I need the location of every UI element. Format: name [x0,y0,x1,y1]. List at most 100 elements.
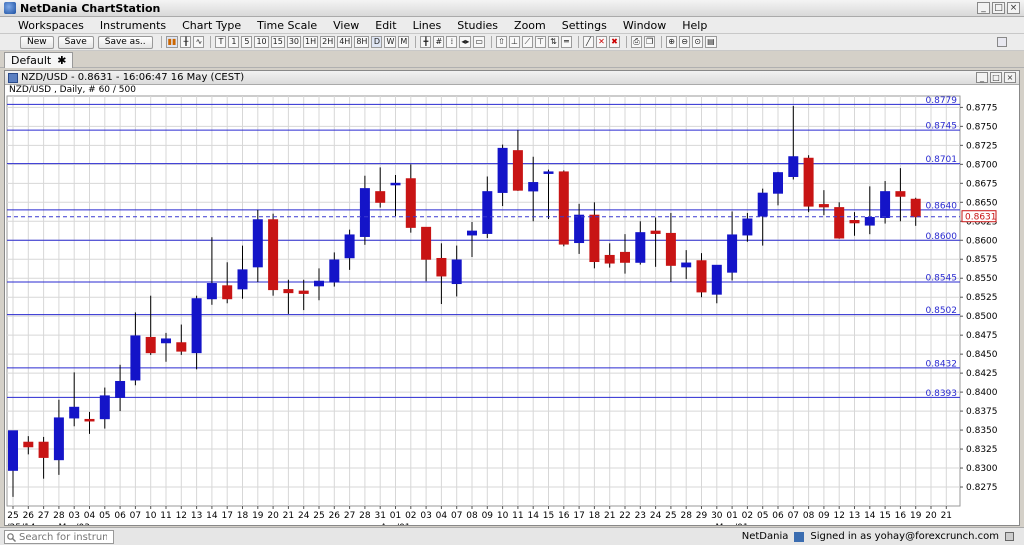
workspace-tab-close-icon[interactable]: ✱ [57,54,66,67]
draw-line-icon[interactable]: ╱ [582,36,594,48]
scale-10min-button[interactable]: 10 [254,36,269,48]
scale-1min-button[interactable]: 1 [228,36,240,48]
menu-zoom[interactable]: Zoom [506,19,554,32]
close-button[interactable]: × [1007,2,1020,14]
settings-icon[interactable]: ▤ [705,36,717,48]
scroll-icon[interactable]: ◂▸ [459,36,472,48]
vertical-line-icon[interactable]: ⁞ [446,36,458,48]
scale-4h-button[interactable]: 4H [337,36,353,48]
menu-instruments[interactable]: Instruments [92,19,174,32]
chart-minimize-button[interactable]: _ [976,72,988,83]
candle-body[interactable] [681,262,692,268]
candle-body[interactable] [390,182,401,186]
candle-body[interactable] [482,191,493,234]
candle-body[interactable] [161,338,171,344]
pointer-icon[interactable]: ⇧ [495,36,507,48]
copy-icon[interactable]: ❐ [643,36,656,48]
menu-studies[interactable]: Studies [449,19,506,32]
candle-body[interactable] [344,234,355,259]
fan-lines-icon[interactable]: ⊤ [534,36,546,48]
data-window-icon[interactable]: ▭ [473,36,485,48]
scale-8h-button[interactable]: 8H [354,36,370,48]
candle-body[interactable] [314,280,324,287]
menu-view[interactable]: View [325,19,367,32]
workspace-tab-default[interactable]: Default ✱ [4,52,74,68]
candle-body[interactable] [864,216,875,226]
menu-edit[interactable]: Edit [367,19,404,32]
crosshair-icon[interactable]: ╋ [420,36,432,48]
candle-body[interactable] [696,260,707,293]
fibonacci-icon[interactable]: ⊥ [508,36,520,48]
scale-5min-button[interactable]: 5 [241,36,253,48]
candle-body[interactable] [497,147,508,193]
menu-chart-type[interactable]: Chart Type [174,19,249,32]
menu-time-scale[interactable]: Time Scale [249,19,325,32]
candle-body[interactable] [880,191,891,218]
candle-body[interactable] [436,257,447,277]
line-chart-icon[interactable]: ∿ [193,36,205,48]
maximize-button[interactable]: □ [992,2,1005,14]
candle-body[interactable] [23,441,34,448]
scale-30min-button[interactable]: 30 [286,36,301,48]
menu-workspaces[interactable]: Workspaces [10,19,92,32]
candle-body[interactable] [268,219,279,291]
scale-2h-button[interactable]: 2H [320,36,336,48]
candle-body[interactable] [115,380,126,398]
price-chart[interactable]: 0.8775 0.8750 0.8725 0.8700 0.8675 0.8650 0.86… [5,85,1019,525]
candle-body[interactable] [53,417,64,461]
candle-body[interactable] [222,285,233,300]
minimize-button[interactable]: _ [977,2,990,14]
candle-body[interactable] [834,207,845,239]
candle-body[interactable] [757,192,768,217]
candle-body[interactable] [405,178,416,228]
candle-body[interactable] [375,191,386,203]
scale-tick-button[interactable]: T [215,36,227,48]
candle-body[interactable] [329,259,340,283]
candle-body[interactable] [773,172,783,194]
candle-body[interactable] [528,182,539,192]
search-input[interactable] [19,531,107,543]
new-button[interactable]: New [20,35,54,49]
candle-body[interactable] [635,232,646,263]
menu-lines[interactable]: Lines [405,19,450,32]
candle-body[interactable] [421,226,432,260]
chart-close-button[interactable]: × [1004,72,1016,83]
candle-body[interactable] [910,198,921,218]
scale-1h-button[interactable]: 1H [303,36,319,48]
save-button[interactable]: Save [57,35,94,49]
print-icon[interactable]: ⎙ [630,36,642,48]
candle-body[interactable] [130,335,141,381]
candle-body[interactable] [574,214,585,244]
candle-body[interactable] [543,171,554,174]
candle-body[interactable] [665,232,676,266]
menu-help[interactable]: Help [674,19,715,32]
candle-body[interactable] [895,191,906,197]
candle-body[interactable] [604,254,615,264]
candle-body[interactable] [589,214,600,263]
candle-body[interactable] [99,395,110,420]
candle-body[interactable] [650,230,661,234]
zoom-out-icon[interactable]: ⊖ [679,36,691,48]
candle-body[interactable] [237,269,248,290]
zoom-reset-icon[interactable]: ⊙ [692,36,704,48]
save-as-button[interactable]: Save as.. [97,35,153,49]
candle-body[interactable] [38,441,49,458]
candle-body[interactable] [176,342,187,352]
candle-body[interactable] [849,220,860,224]
delete-studies-icon[interactable]: ✖ [608,36,620,48]
scale-weekly-button[interactable]: W [384,36,397,48]
panel-config-icon[interactable] [997,37,1007,47]
candle-body[interactable] [512,150,523,191]
candle-body[interactable] [742,218,753,236]
bar-chart-icon[interactable]: ╫ [180,36,192,48]
candle-body[interactable] [84,418,95,422]
candle-body[interactable] [818,204,829,208]
zoom-in-icon[interactable]: ⊕ [666,36,678,48]
plot-area[interactable] [6,95,961,507]
channel-icon[interactable]: ⇅ [547,36,559,48]
scale-15min-button[interactable]: 15 [270,36,285,48]
candle-body[interactable] [8,430,18,471]
candle-body[interactable] [711,264,722,295]
scale-monthly-button[interactable]: M [398,36,410,48]
candlestick-chart-icon[interactable]: ▮▮ [165,36,179,48]
